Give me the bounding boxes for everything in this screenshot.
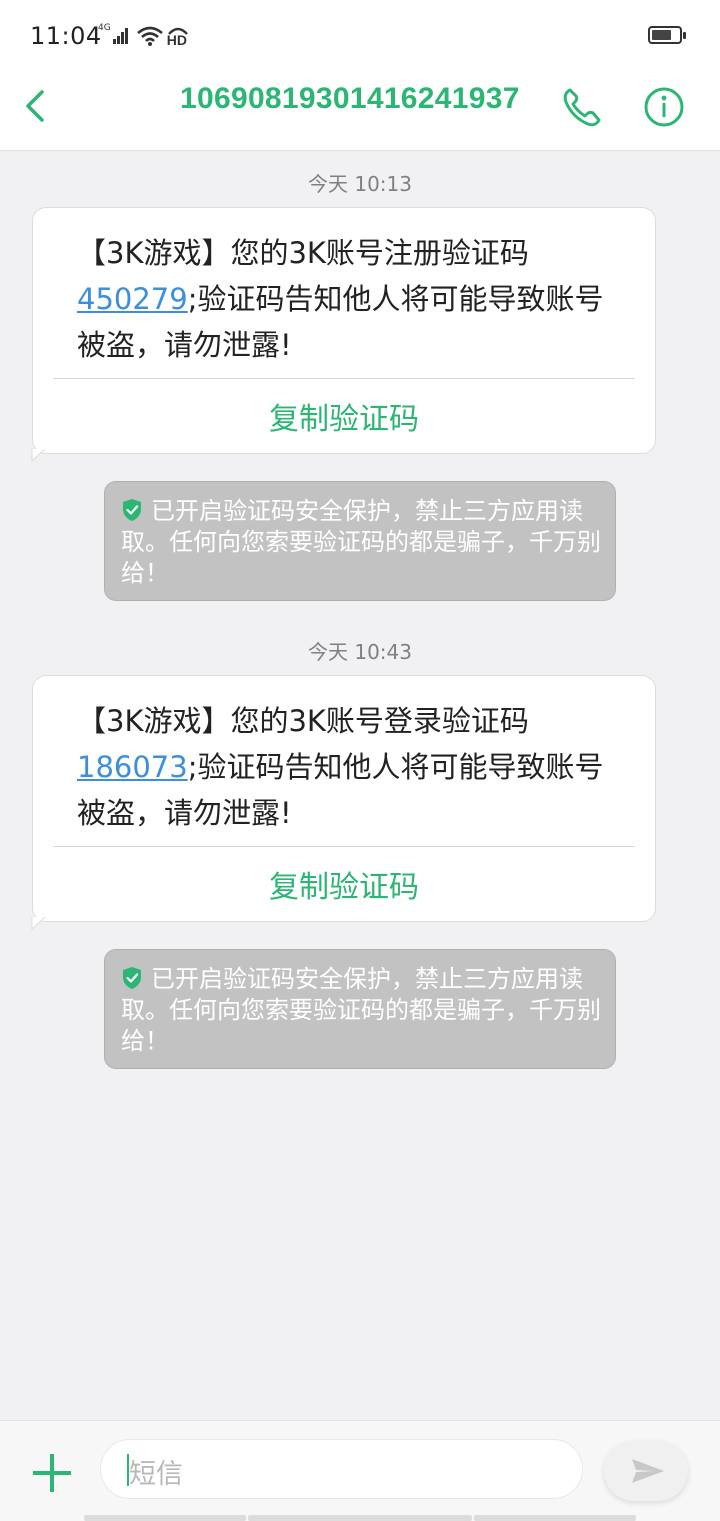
- divider: [53, 846, 635, 847]
- verification-code-link[interactable]: 450279: [77, 282, 188, 316]
- security-notice-text: 已开启验证码安全保护，禁止三方应用读取。任何向您索要验证码的都是骗子，千万别给！: [121, 965, 601, 1055]
- plus-icon: [33, 1454, 71, 1492]
- conversation-header: 10690819301416241937: [0, 72, 720, 151]
- security-notice: 已开启验证码安全保护，禁止三方应用读取。任何向您索要验证码的都是骗子，千万别给！: [104, 481, 616, 601]
- message-text: 【3K游戏】您的3K账号登录验证码 186073;验证码告知他人将可能导致账号被盗…: [77, 698, 617, 836]
- battery-icon: [648, 26, 686, 44]
- info-icon: [644, 87, 684, 127]
- send-button[interactable]: [604, 1441, 688, 1501]
- message-text-prefix: 【3K游戏】您的3K账号注册验证码: [77, 236, 529, 270]
- chevron-left-icon: [26, 90, 44, 122]
- message-bubble: 【3K游戏】您的3K账号注册验证码 450279;验证码告知他人将可能导致账号被盗…: [31, 207, 656, 463]
- hd-label: HD: [166, 32, 187, 48]
- message-bubble: 【3K游戏】您的3K账号登录验证码 186073;验证码告知他人将可能导致账号被盗…: [31, 675, 656, 931]
- phone-icon: [563, 88, 601, 127]
- back-button[interactable]: [16, 78, 66, 134]
- message-input[interactable]: 短信: [100, 1439, 583, 1499]
- nav-bar-segment: [474, 1515, 636, 1521]
- message-text: 【3K游戏】您的3K账号注册验证码 450279;验证码告知他人将可能导致账号被盗…: [77, 230, 617, 368]
- bubble-tail: [31, 917, 46, 931]
- send-icon: [632, 1459, 664, 1483]
- verification-code-link[interactable]: 186073: [77, 750, 188, 784]
- message-timestamp: 今天 10:43: [308, 640, 412, 664]
- security-notice: 已开启验证码安全保护，禁止三方应用读取。任何向您索要验证码的都是骗子，千万别给！: [104, 949, 616, 1069]
- status-time: 11:04: [30, 22, 102, 50]
- message-timestamp: 今天 10:13: [308, 172, 412, 196]
- bubble-tail: [31, 449, 46, 463]
- copy-code-button[interactable]: 复制验证码: [33, 862, 655, 906]
- nav-bar-segment: [84, 1515, 246, 1521]
- message-text-prefix: 【3K游戏】您的3K账号登录验证码: [77, 704, 529, 738]
- copy-code-button[interactable]: 复制验证码: [33, 394, 655, 438]
- add-attachment-button[interactable]: [30, 1451, 74, 1495]
- security-notice-text: 已开启验证码安全保护，禁止三方应用读取。任何向您索要验证码的都是骗子，千万别给！: [121, 497, 601, 587]
- network-type: 4G: [98, 23, 111, 33]
- wifi-icon: [136, 26, 163, 46]
- hd-icon: HD: [166, 24, 190, 48]
- signal-icon: [112, 28, 128, 44]
- call-button[interactable]: [556, 78, 606, 134]
- divider: [53, 378, 635, 379]
- info-button[interactable]: [638, 78, 690, 134]
- status-bar: 11:04 4G HD: [0, 0, 720, 72]
- battery-level: [652, 30, 671, 40]
- status-icons: 4G HD: [98, 23, 190, 48]
- nav-bar-segment: [248, 1515, 472, 1521]
- contact-number: 10690819301416241937: [180, 82, 520, 115]
- message-input-placeholder: 短信: [129, 1459, 183, 1490]
- composer-bar: 短信: [0, 1420, 720, 1521]
